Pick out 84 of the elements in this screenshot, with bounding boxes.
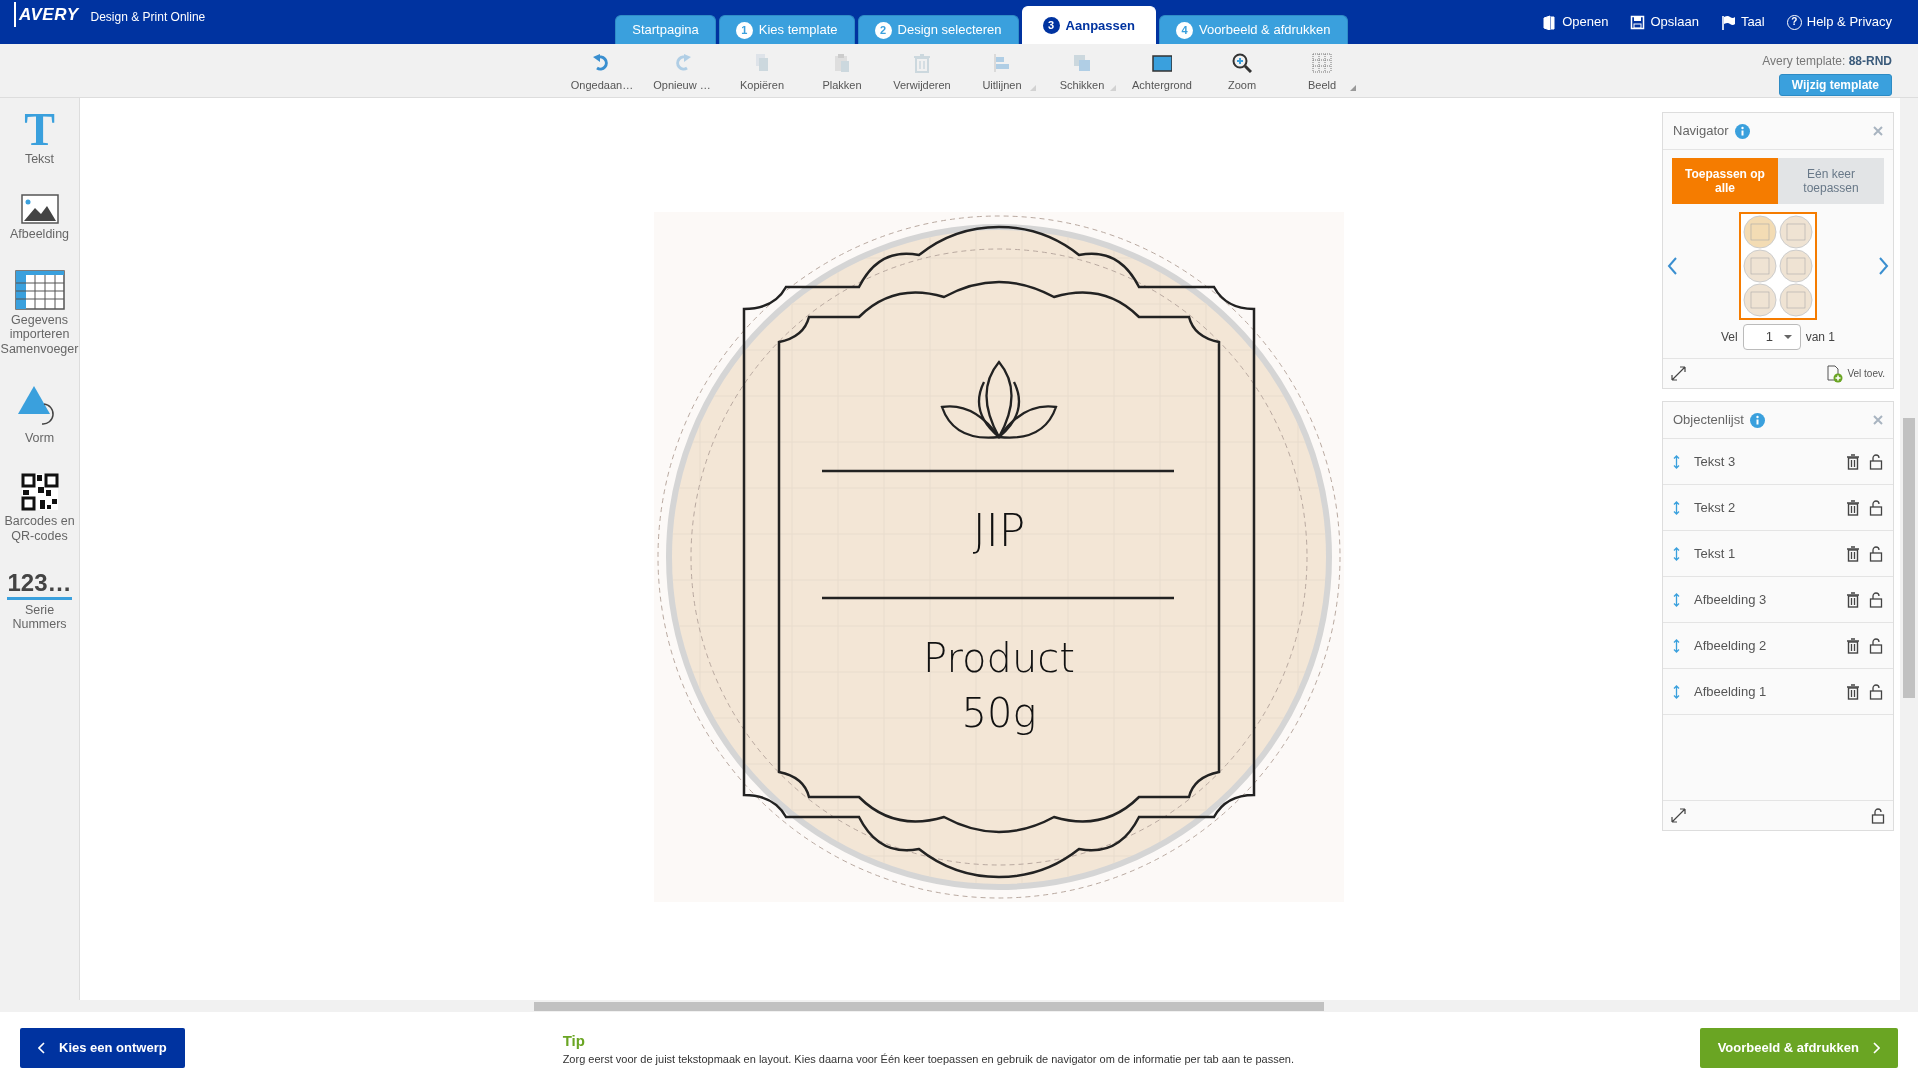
sidebar-tool[interactable]: Afbeelding (0, 194, 80, 242)
unlock-icon[interactable] (1869, 591, 1883, 608)
caret-icon (1783, 335, 1792, 339)
add-sheet-link[interactable]: Vel toev. (1826, 364, 1885, 383)
object-name[interactable]: Afbeelding 2 (1694, 635, 1767, 656)
trash-icon[interactable] (1846, 545, 1860, 562)
sidebar-tool[interactable]: T Tekst (0, 110, 80, 167)
unlock-icon[interactable] (1869, 453, 1883, 470)
toolbar-button[interactable]: Ongedaan… (562, 44, 642, 97)
menu-link[interactable]: Opslaan (1630, 12, 1699, 32)
sheet-dropdown[interactable]: 1 (1742, 324, 1801, 350)
label-text[interactable]: 50g (961, 690, 1037, 736)
door-icon (1542, 14, 1558, 30)
scrollbar-thumb[interactable] (534, 1002, 1324, 1011)
trash-icon (912, 53, 932, 73)
sheet-total: van 1 (1805, 329, 1835, 346)
table-icon (14, 269, 65, 310)
toolbar-button[interactable]: Achtergrond (1122, 44, 1202, 97)
sidebar-tool[interactable]: Vorm (0, 383, 80, 446)
unlock-icon[interactable] (1869, 499, 1883, 516)
drag-handle-icon[interactable] (1673, 500, 1680, 515)
drag-handle-icon[interactable] (1673, 592, 1680, 607)
object-name[interactable]: Tekst 3 (1694, 451, 1736, 472)
sheet-thumbnail-drawing[interactable] (1739, 212, 1817, 320)
toolbar-button[interactable]: Zoom (1202, 44, 1282, 97)
flag-icon (1720, 14, 1736, 30)
unlock-icon[interactable] (1869, 683, 1883, 700)
object-name[interactable]: Afbeelding 1 (1694, 681, 1767, 702)
menu-link[interactable]: Openen (1542, 12, 1609, 32)
align-icon (992, 53, 1012, 73)
grid-icon (1312, 53, 1332, 73)
qr-code-icon (20, 473, 59, 512)
menu-link[interactable]: Taal (1720, 12, 1765, 32)
layers-icon (1072, 53, 1092, 73)
trash-icon[interactable] (1846, 499, 1860, 516)
step-tab[interactable]: 3 Aanpassen (1021, 6, 1156, 44)
app-title: Design & Print Online (90, 9, 206, 26)
info-icon[interactable] (1734, 123, 1750, 139)
info-icon[interactable] (1749, 412, 1765, 428)
t-letter-icon: T (24, 110, 55, 150)
object-name[interactable]: Afbeelding 3 (1694, 589, 1767, 610)
scrollbar-thumb[interactable] (1903, 418, 1915, 698)
back-button[interactable]: Kies een ontwerp (20, 1028, 185, 1068)
apply-toggle[interactable]: Eén keer toepassen (1778, 158, 1884, 204)
label-text[interactable]: JIP (972, 505, 1026, 556)
toolbar-button[interactable]: Beeld (1282, 44, 1362, 97)
object-name[interactable]: Tekst 2 (1694, 497, 1736, 518)
chevron-left-icon (38, 1042, 45, 1054)
tip-text: Zorg eerst voor de juist tekstopmaak en layout. Kies daarna voor Één keer toepassen en gebruik de navigator om de informatie per tab aan te passen. (562, 1052, 1295, 1067)
avery-logo: AVERY (14, 1, 79, 27)
next-icon[interactable] (1878, 257, 1889, 275)
sheet-label: Vel (1720, 329, 1738, 346)
clipboard-icon (832, 53, 852, 73)
add-page-icon (1826, 364, 1844, 383)
drag-handle-icon[interactable] (1673, 546, 1680, 561)
unlock-icon[interactable] (1869, 637, 1883, 654)
previous-icon[interactable] (1667, 257, 1678, 275)
drag-handle-icon[interactable] (1673, 684, 1680, 699)
trash-icon[interactable] (1846, 637, 1860, 654)
lotus-icon (940, 360, 1058, 439)
floppy-icon (1630, 14, 1646, 30)
panel-title: Objectenlijst (1673, 411, 1744, 430)
expand-icon[interactable] (1671, 366, 1686, 381)
sidebar-tool[interactable]: 123… Serie Nummers (0, 571, 80, 632)
label-text[interactable]: Product (923, 635, 1075, 681)
template-code: Avery template: 88-RND (1762, 53, 1892, 70)
trash-icon[interactable] (1846, 453, 1860, 470)
unlock-icon[interactable] (1869, 545, 1883, 562)
zoom-icon (1232, 53, 1252, 73)
panel-title: Navigator (1673, 122, 1729, 141)
drag-handle-icon[interactable] (1673, 638, 1680, 653)
picture-icon (20, 194, 59, 225)
background-icon (1152, 53, 1172, 73)
tip-title: Tip (562, 1030, 586, 1051)
drag-handle-icon[interactable] (1673, 454, 1680, 469)
chevron-right-icon (1873, 1042, 1880, 1054)
sidebar-tool[interactable]: Gegevens importeren Samenvoeger (0, 269, 80, 356)
trash-icon[interactable] (1846, 591, 1860, 608)
sidebar-tool[interactable]: Barcodes en QR-codes (0, 473, 80, 544)
unlock-icon[interactable] (1871, 807, 1885, 824)
menu-link[interactable]: ? Help & Privacy (1786, 12, 1892, 32)
object-name[interactable]: Tekst 1 (1694, 543, 1736, 564)
trash-icon[interactable] (1846, 683, 1860, 700)
expand-icon[interactable] (1671, 808, 1686, 823)
